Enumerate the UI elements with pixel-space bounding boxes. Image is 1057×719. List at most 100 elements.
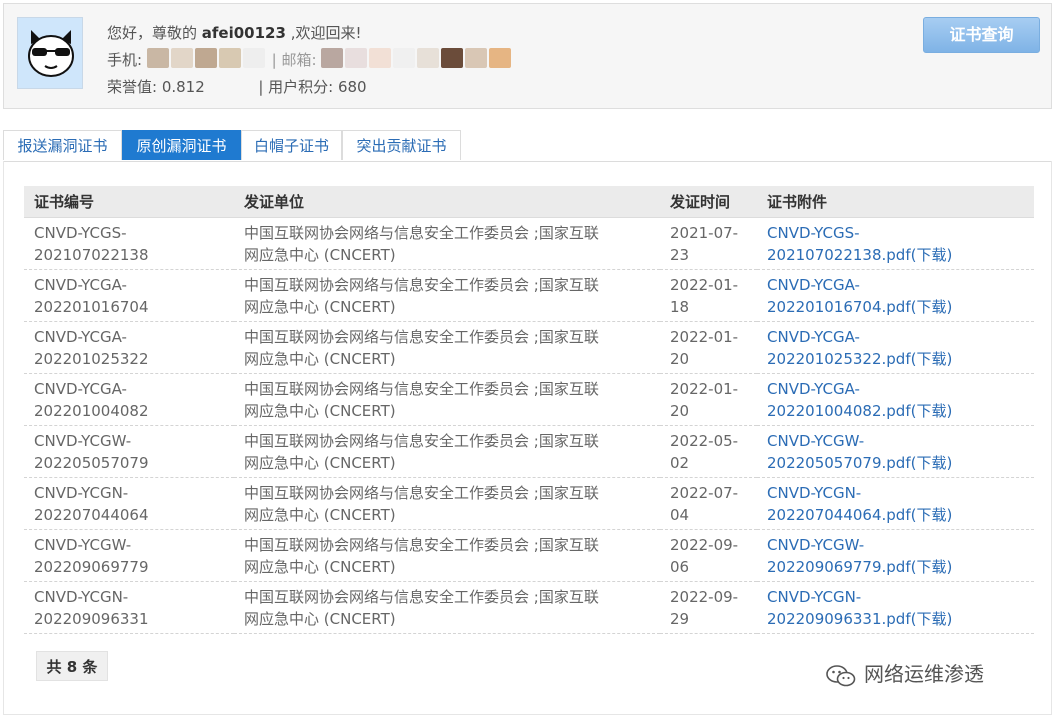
issue-date-cell: 2022-05- 02 — [660, 425, 757, 478]
issue-date-cell-line-1: 2022-01- — [670, 327, 739, 346]
issuer-cell: 中国互联网协会网络与信息安全工作委员会 ;国家互联 网应急中心 (CNCERT) — [234, 529, 660, 582]
issue-date-cell-line-1: 2022-01- — [670, 275, 739, 294]
attachment-link-line-1[interactable]: CNVD-YCGN- — [767, 588, 861, 606]
phone-sticker-images — [146, 47, 267, 68]
attachment-link-line-1[interactable]: CNVD-YCGS- — [767, 224, 860, 242]
attachment-link[interactable]: CNVD-YCGN- 202207044064.pdf(下载) — [757, 477, 1034, 530]
issue-date-cell: 2022-01- 20 — [660, 321, 757, 374]
attachment-link-line-2[interactable]: 202209096331.pdf(下载) — [767, 610, 952, 628]
table-row: CNVD-YCGW- 202205057079 中国互联网协会网络与信息安全工作委员… — [24, 425, 1034, 478]
issuer-cell-line-1: 中国互联网协会网络与信息安全工作委员会 ;国家互联 — [244, 327, 599, 346]
attachment-link-line-2[interactable]: 202207044064.pdf(下载) — [767, 506, 952, 524]
col-cert-id: 证书编号 — [24, 186, 234, 218]
attachment-link[interactable]: CNVD-YCGA- 202201016704.pdf(下载) — [757, 269, 1034, 322]
cert-id-cell-line-1: CNVD-YCGA- — [34, 327, 127, 346]
attachment-link-line-2[interactable]: 202201004082.pdf(下载) — [767, 402, 952, 420]
issuer-cell-line-2: 网应急中心 (CNCERT) — [244, 609, 396, 628]
tab-white-hat-cert[interactable]: 白帽子证书 — [241, 130, 342, 160]
col-issuer: 发证单位 — [234, 186, 660, 218]
cert-id-cell-line-2: 202201016704 — [34, 297, 149, 316]
issue-date-cell-line-1: 2022-09- — [670, 535, 739, 554]
cert-id-cell-line-1: CNVD-YCGW- — [34, 431, 132, 450]
attachment-link[interactable]: CNVD-YCGW- 202205057079.pdf(下载) — [757, 425, 1034, 478]
issuer-cell: 中国互联网协会网络与信息安全工作委员会 ;国家互联 网应急中心 (CNCERT) — [234, 217, 660, 270]
cert-id-cell: CNVD-YCGA- 202201016704 — [24, 269, 234, 322]
attachment-link[interactable]: CNVD-YCGW- 202209069779.pdf(下载) — [757, 529, 1034, 582]
issuer-cell-line-1: 中国互联网协会网络与信息安全工作委员会 ;国家互联 — [244, 587, 599, 606]
issuer-cell-line-2: 网应急中心 (CNCERT) — [244, 505, 396, 524]
attachment-link-line-1[interactable]: CNVD-YCGW- — [767, 536, 864, 554]
attachment-link[interactable]: CNVD-YCGN- 202209096331.pdf(下载) — [757, 581, 1034, 634]
tab-report-vuln-cert[interactable]: 报送漏洞证书 — [3, 130, 122, 160]
certificate-tabs: 报送漏洞证书 原创漏洞证书 白帽子证书 突出贡献证书 — [3, 130, 1052, 162]
avatar — [17, 17, 83, 89]
attachment-link-line-1[interactable]: CNVD-YCGA- — [767, 328, 860, 346]
issuer-cell: 中国互联网协会网络与信息安全工作委员会 ;国家互联 网应急中心 (CNCERT) — [234, 269, 660, 322]
table-row: CNVD-YCGN- 202209096331 中国互联网协会网络与信息安全工作委员… — [24, 581, 1034, 634]
issue-date-cell: 2022-09- 06 — [660, 529, 757, 582]
cert-id-cell-line-2: 202201025322 — [34, 349, 149, 368]
issuer-cell-line-1: 中国互联网协会网络与信息安全工作委员会 ;国家互联 — [244, 379, 599, 398]
user-info-header: 您好，尊敬的 afei00123 ,欢迎回来! 手机: | 邮箱: 荣誉值: 0… — [3, 3, 1052, 109]
attachment-link-line-1[interactable]: CNVD-YCGA- — [767, 276, 860, 294]
issue-date-cell-line-1: 2022-05- — [670, 431, 739, 450]
greeting-suffix: ,欢迎回来! — [285, 24, 362, 42]
issuer-cell: 中国互联网协会网络与信息安全工作委员会 ;国家互联 网应急中心 (CNCERT) — [234, 581, 660, 634]
issuer-cell: 中国互联网协会网络与信息安全工作委员会 ;国家互联 网应急中心 (CNCERT) — [234, 373, 660, 426]
cert-id-cell: CNVD-YCGW- 202205057079 — [24, 425, 234, 478]
issue-date-cell-line-2: 18 — [670, 297, 690, 316]
certificate-query-button[interactable]: 证书查询 — [923, 17, 1040, 53]
issue-date-cell: 2022-07- 04 — [660, 477, 757, 530]
email-label: | 邮箱: — [271, 51, 317, 69]
attachment-link-line-2[interactable]: 202209069779.pdf(下载) — [767, 558, 952, 576]
issuer-cell: 中国互联网协会网络与信息安全工作委员会 ;国家互联 网应急中心 (CNCERT) — [234, 477, 660, 530]
issue-date-cell-line-2: 02 — [670, 453, 690, 472]
attachment-link-line-2[interactable]: 202205057079.pdf(下载) — [767, 454, 952, 472]
issue-date-cell-line-1: 2022-01- — [670, 379, 739, 398]
issuer-cell-line-2: 网应急中心 (CNCERT) — [244, 401, 396, 420]
attachment-link[interactable]: CNVD-YCGA- 202201025322.pdf(下载) — [757, 321, 1034, 374]
cert-id-cell-line-2: 202107022138 — [34, 245, 149, 264]
attachment-link-line-1[interactable]: CNVD-YCGW- — [767, 432, 864, 450]
username: afei00123 — [201, 24, 286, 42]
issue-date-cell-line-1: 2022-09- — [670, 587, 739, 606]
user-points: | 用户积分: 680 — [258, 78, 367, 96]
attachment-link-line-2[interactable]: 202201016704.pdf(下载) — [767, 298, 952, 316]
watermark-text: 网络运维渗透 — [864, 662, 984, 686]
issue-date-cell-line-2: 29 — [670, 609, 690, 628]
cert-id-cell-line-1: CNVD-YCGN- — [34, 587, 129, 606]
issuer-cell-line-1: 中国互联网协会网络与信息安全工作委员会 ;国家互联 — [244, 483, 599, 502]
issue-date-cell: 2021-07- 23 — [660, 217, 757, 270]
honor-value: 荣誉值: 0.812 — [107, 78, 205, 96]
cert-id-cell-line-1: CNVD-YCGN- — [34, 483, 129, 502]
greeting-line: 您好，尊敬的 afei00123 ,欢迎回来! — [107, 22, 362, 43]
issuer-cell-line-1: 中国互联网协会网络与信息安全工作委员会 ;国家互联 — [244, 431, 599, 450]
issue-date-cell: 2022-09- 29 — [660, 581, 757, 634]
attachment-link-line-1[interactable]: CNVD-YCGA- — [767, 380, 860, 398]
issue-date-cell: 2022-01- 20 — [660, 373, 757, 426]
attachment-link[interactable]: CNVD-YCGS- 202107022138.pdf(下载) — [757, 217, 1034, 270]
issue-date-cell-line-2: 20 — [670, 401, 690, 420]
attachment-link-line-1[interactable]: CNVD-YCGN- — [767, 484, 861, 502]
cert-id-cell-line-2: 202201004082 — [34, 401, 149, 420]
cert-id-cell: CNVD-YCGS- 202107022138 — [24, 217, 234, 270]
email-sticker-images — [321, 47, 513, 68]
col-issue-date: 发证时间 — [660, 186, 757, 218]
issue-date-cell-line-1: 2022-07- — [670, 483, 739, 502]
issue-date-cell-line-2: 04 — [670, 505, 690, 524]
tab-outstanding-contribution-cert[interactable]: 突出贡献证书 — [342, 130, 461, 160]
table-row: CNVD-YCGW- 202209069779 中国互联网协会网络与信息安全工作委员… — [24, 529, 1034, 582]
issue-date-cell: 2022-01- 18 — [660, 269, 757, 322]
cert-id-cell-line-1: CNVD-YCGS- — [34, 223, 127, 242]
greeting-prefix: 您好，尊敬的 — [107, 24, 202, 42]
cert-id-cell-line-1: CNVD-YCGA- — [34, 379, 127, 398]
attachment-link[interactable]: CNVD-YCGA- 202201004082.pdf(下载) — [757, 373, 1034, 426]
attachment-link-line-2[interactable]: 202201025322.pdf(下载) — [767, 350, 952, 368]
cert-id-cell-line-2: 202209069779 — [34, 557, 149, 576]
tab-original-vuln-cert[interactable]: 原创漏洞证书 — [122, 130, 241, 160]
issuer-cell-line-2: 网应急中心 (CNCERT) — [244, 349, 396, 368]
contact-line: 手机: | 邮箱: — [107, 47, 513, 70]
stats-line: 荣誉值: 0.812 | 用户积分: 680 — [107, 76, 367, 97]
attachment-link-line-2[interactable]: 202107022138.pdf(下载) — [767, 246, 952, 264]
table-row: CNVD-YCGN- 202207044064 中国互联网协会网络与信息安全工作委员… — [24, 477, 1034, 530]
